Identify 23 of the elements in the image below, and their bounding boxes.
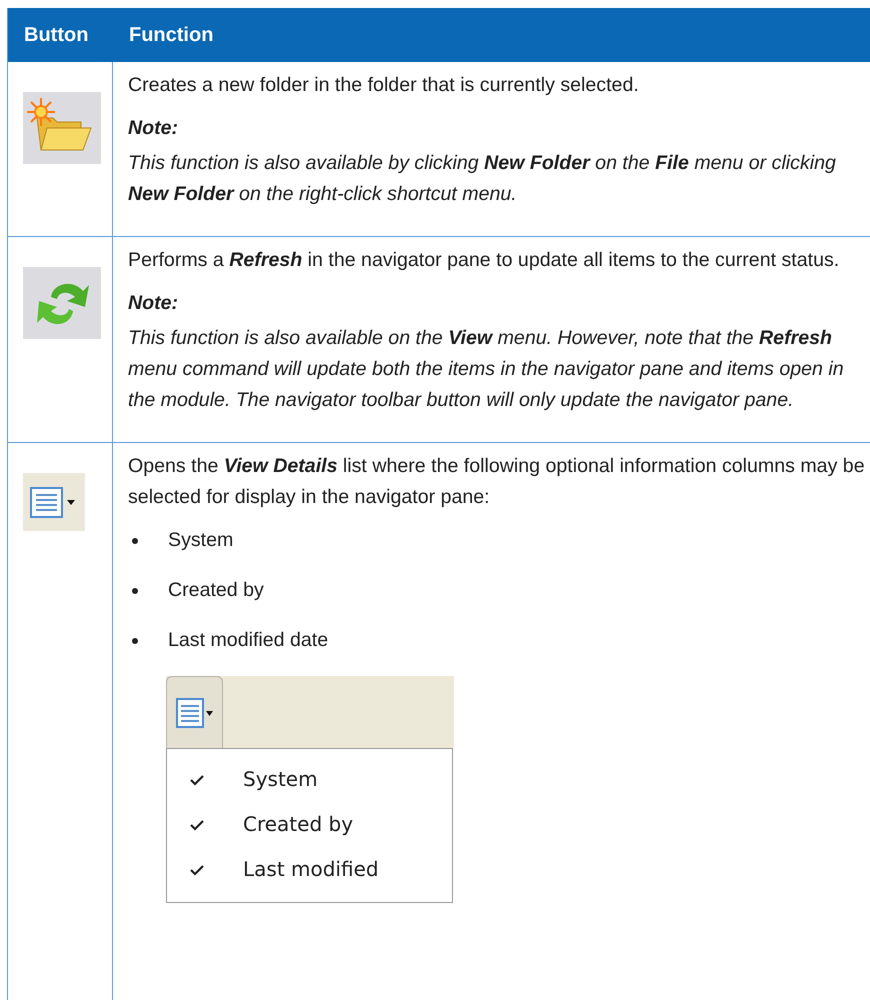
note-text: This function is also available by clicking New Folder on the File menu or clicking New Folder on the right-click shortcut menu.: [128, 151, 837, 207]
column-header: Function: [128, 24, 214, 46]
refresh-icon[interactable]: [23, 267, 101, 339]
menu-item[interactable]: Last modified: [167, 847, 452, 892]
description-text: Performs a Refresh in the navigator pane to update all items to the current status.: [128, 248, 840, 273]
bullet-text: Created by: [168, 578, 264, 603]
description-text: Creates a new folder in the folder that is currently selected.: [128, 73, 640, 98]
bullet-text: System: [168, 528, 234, 553]
bullet-text: Last modified date: [168, 628, 328, 653]
bullet-icon: [132, 588, 138, 594]
new-folder-icon[interactable]: [23, 92, 101, 164]
bullet-icon: [132, 638, 138, 644]
description-text: Opens the View Details list where the following optional information columns may be selected for display in the navigator pane:: [128, 454, 865, 510]
note-text: This function is also available on the View menu. However, note that the Refresh menu command will update both the items in the navigator pane and items open in the module. The navigator toolbar button will only update the navigator pane.: [128, 326, 845, 413]
details-view-icon: [174, 696, 214, 728]
menu-item[interactable]: System: [167, 757, 452, 802]
note-label: Note:: [128, 116, 180, 141]
column-header: Button: [23, 24, 90, 46]
bullet-icon: [132, 538, 138, 544]
menu-item[interactable]: Created by: [167, 802, 452, 847]
details-view-icon[interactable]: [23, 473, 85, 531]
note-label: Note:: [128, 291, 180, 316]
details-view-button[interactable]: [166, 676, 223, 748]
